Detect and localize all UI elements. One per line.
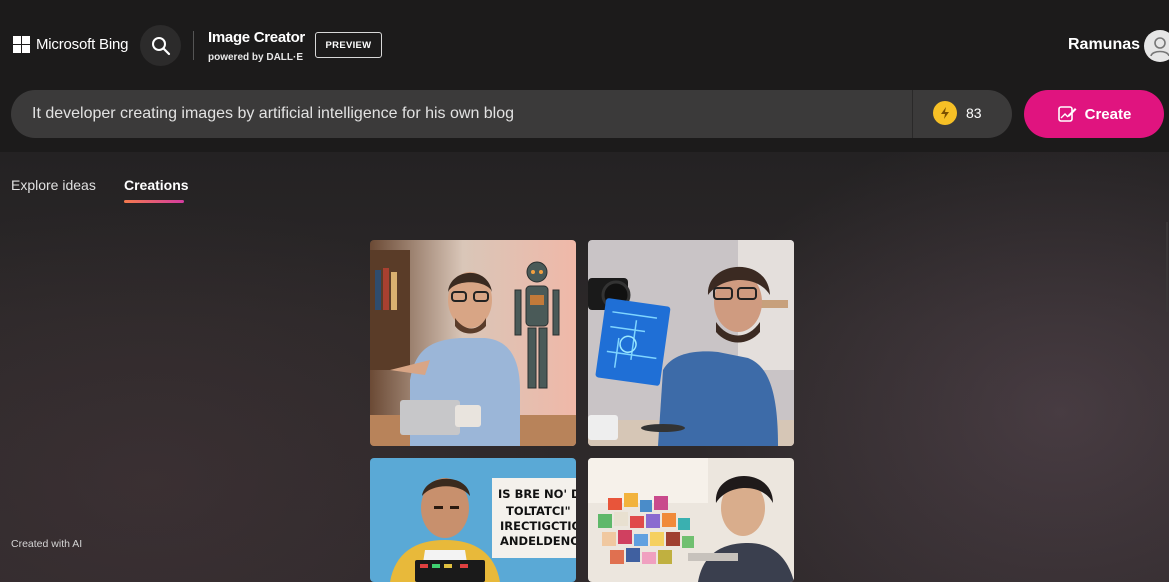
- brand-label: Microsoft Bing: [36, 36, 129, 53]
- powered-by-label: powered by DALL·E: [208, 52, 304, 63]
- create-image-icon: [1057, 106, 1077, 122]
- lightning-icon: [933, 101, 957, 125]
- prompt-bar: 83: [11, 90, 1012, 138]
- main-content: Explore ideas Creations IS BRE NO' D TOL…: [0, 152, 1169, 582]
- product-title[interactable]: Image Creator: [208, 29, 305, 46]
- tab-creations[interactable]: Creations: [124, 177, 189, 193]
- prompt-separator: [912, 90, 913, 138]
- generated-image-3[interactable]: IS BRE NO' DRDE TOLTATCI" IRECTIGCTIOND …: [370, 458, 576, 582]
- tab-explore-ideas[interactable]: Explore ideas: [11, 177, 96, 193]
- user-avatar-icon: [1150, 37, 1169, 57]
- sign-line-3: IRECTIGCTIOND AN: [500, 519, 576, 533]
- active-tab-indicator: [124, 200, 184, 203]
- create-label: Create: [1084, 105, 1132, 123]
- generated-image-4[interactable]: [588, 458, 794, 582]
- sign-line-2: TOLTATCI": [506, 504, 571, 518]
- microsoft-logo-icon: [13, 36, 30, 53]
- boosts-count: 83: [966, 105, 982, 121]
- search-icon: [151, 36, 170, 55]
- prompt-input[interactable]: [32, 90, 902, 138]
- created-with-ai-note: Created with AI: [11, 538, 83, 550]
- sign-line-4: ANDELDENOTIF: [500, 534, 576, 548]
- search-button[interactable]: [140, 25, 181, 66]
- generated-image-2[interactable]: [588, 240, 794, 446]
- preview-badge: PREVIEW: [315, 32, 382, 58]
- header-divider: [193, 31, 194, 60]
- scrollbar[interactable]: [1166, 222, 1168, 312]
- boosts-indicator[interactable]: 83: [933, 101, 982, 125]
- generated-image-1[interactable]: [370, 240, 576, 446]
- sign-line-1: IS BRE NO' DRDE: [498, 487, 576, 501]
- microsoft-bing-logo[interactable]: Microsoft Bing: [13, 36, 128, 53]
- create-button[interactable]: Create: [1024, 90, 1164, 138]
- top-header: Microsoft Bing Image Creator powered by …: [0, 0, 1169, 152]
- user-name[interactable]: Ramunas: [1068, 36, 1140, 54]
- user-avatar-button[interactable]: [1144, 30, 1169, 62]
